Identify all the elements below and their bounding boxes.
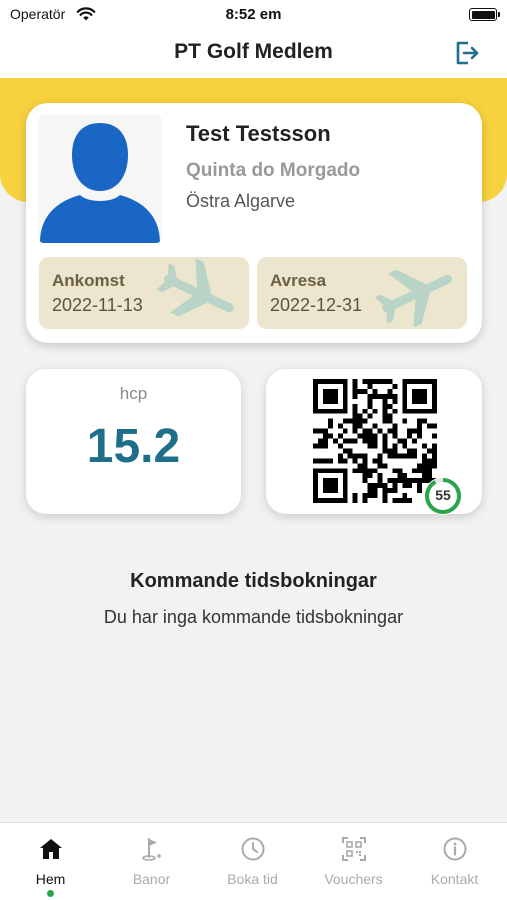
- tab-banor[interactable]: Banor: [101, 823, 202, 900]
- airplane-landing-icon: [157, 259, 234, 317]
- tab-bar: Hem Banor Boka tid Vouchers Kontakt: [0, 822, 507, 900]
- upcoming-bookings-title: Kommande tidsbokningar: [130, 570, 377, 592]
- upcoming-bookings-empty: Du har inga kommande tidsbokningar: [103, 607, 404, 627]
- logout-icon[interactable]: [453, 39, 481, 67]
- tab-label: Banor: [132, 871, 171, 887]
- clock-time: 8:52 em: [225, 6, 282, 23]
- home-icon: [40, 839, 62, 859]
- golf-flag-icon: [142, 838, 161, 861]
- navigation-bar: PT Golf Medlem: [0, 30, 507, 78]
- tab-hem[interactable]: Hem: [0, 823, 101, 900]
- member-card: Test Testsson Quinta do Morgado Östra Al…: [26, 103, 482, 343]
- tab-label: Kontakt: [430, 871, 479, 887]
- handicap-card[interactable]: hcp 15.2: [26, 369, 241, 514]
- active-tab-indicator: [47, 890, 54, 897]
- member-region: Östra Algarve: [186, 191, 296, 211]
- clock-icon: [241, 837, 265, 861]
- arrival-date: 2022-11-13: [52, 295, 143, 315]
- qr-refresh-timer: 55: [424, 477, 462, 515]
- departure-date: 2022-12-31: [270, 295, 363, 315]
- arrival-date-box: Ankomst 2022-11-13: [39, 257, 249, 329]
- qr-countdown: 55: [435, 487, 451, 503]
- airplane-departure-icon: [375, 269, 453, 327]
- departure-label: Avresa: [270, 271, 327, 290]
- qr-code-icon: [342, 837, 366, 861]
- battery-icon: [469, 8, 500, 21]
- tab-boka-tid[interactable]: Boka tid: [202, 823, 303, 900]
- departure-date-box: Avresa 2022-12-31: [257, 257, 467, 329]
- info-icon: [443, 837, 467, 861]
- tab-label: Hem: [35, 871, 66, 887]
- member-name: Test Testsson: [186, 121, 331, 146]
- tab-vouchers[interactable]: Vouchers: [303, 823, 404, 900]
- page-title: PT Golf Medlem: [174, 40, 333, 63]
- member-club: Quinta do Morgado: [186, 160, 361, 181]
- tab-label: Boka tid: [227, 871, 278, 887]
- tab-label: Vouchers: [324, 871, 383, 887]
- member-qr-code: [313, 379, 437, 503]
- handicap-value: 15.2: [86, 420, 181, 473]
- avatar: [38, 115, 162, 243]
- status-bar: Operatör 8:52 em: [0, 0, 507, 30]
- handicap-label: hcp: [119, 384, 148, 403]
- arrival-label: Ankomst: [52, 271, 125, 290]
- tab-kontakt[interactable]: Kontakt: [404, 823, 505, 900]
- member-qr-card[interactable]: 55: [266, 369, 482, 515]
